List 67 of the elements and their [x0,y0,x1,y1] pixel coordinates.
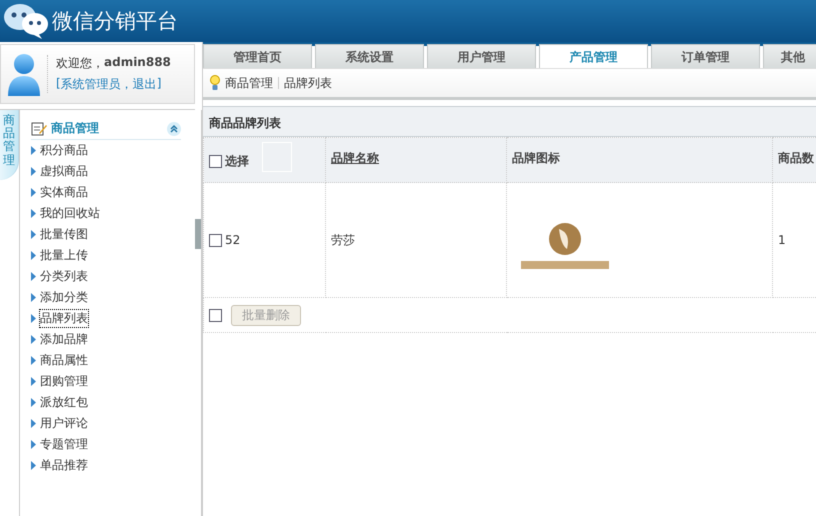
sidebar-item[interactable]: 实体商品 [40,184,88,201]
bracket-label: [ [56,76,61,92]
sidebar-item[interactable]: 团购管理 [40,373,88,390]
notepad-pencil-icon [31,121,47,136]
nav-tab[interactable]: 管理首页 [203,44,312,68]
vertical-tab[interactable]: 商品管理 [0,110,19,180]
triangle-bullet-icon [31,461,36,470]
panel-title: 商品品牌列表 [203,107,816,137]
select-all-checkbox[interactable] [209,154,222,168]
sidebar-item[interactable]: 添加品牌 [40,331,88,348]
sidebar-item[interactable]: 专题管理 [40,436,88,453]
select-all-checkbox[interactable] [209,308,222,322]
triangle-bullet-icon [31,230,36,239]
lightbulb-icon [210,75,220,91]
table-cell: 1 [778,233,786,247]
bracket-label: ] [156,76,162,92]
table-cell: 劳莎 [331,232,355,246]
sidebar-item[interactable]: 商品属性 [40,352,88,369]
triangle-bullet-icon [31,209,36,218]
triangle-bullet-icon [31,440,36,449]
chat-bubbles-icon [2,2,50,40]
column-header: 商品数 [778,151,814,165]
triangle-bullet-icon [31,146,36,155]
nav-tab[interactable]: 产品管理 [539,44,648,70]
nav-tab[interactable]: 其他 [763,44,816,68]
logout-link[interactable]: 退出 [132,76,157,93]
role-link[interactable]: 系统管理员 [60,76,121,93]
collapse-handle[interactable] [195,219,201,249]
sidebar-item[interactable]: 添加分类 [40,289,88,306]
column-header-link[interactable]: 品牌名称 [331,151,379,165]
app-title: 微信分销平台 [52,8,178,35]
triangle-bullet-icon [31,272,36,281]
triangle-bullet-icon [31,335,36,344]
table-cell: 52 [225,233,240,247]
sidebar-item[interactable]: 批量传图 [40,226,88,243]
sidebar-item[interactable]: 批量上传 [40,247,88,264]
greeting-label: 欢迎您， [56,55,104,72]
triangle-bullet-icon [31,419,36,428]
section-title: 商品管理 [51,120,100,137]
triangle-bullet-icon [31,377,36,386]
sidebar-item[interactable]: 虚拟商品 [40,163,88,180]
triangle-bullet-icon [31,251,36,260]
sidebar-item[interactable]: 积分商品 [40,142,88,159]
triangle-bullet-icon [31,398,36,407]
sidebar-item[interactable]: 分类列表 [40,268,88,285]
sidebar-item[interactable]: 单品推荐 [40,457,88,474]
breadcrumb-link[interactable]: 商品管理 [225,74,273,92]
triangle-bullet-icon [31,293,36,302]
comma-label: ， [120,76,133,93]
sidebar-item[interactable]: 用户评论 [40,415,88,432]
nav-tab[interactable]: 订单管理 [651,44,760,68]
breadcrumb-current: 品牌列表 [284,74,332,92]
user-name: admin888 [104,55,171,71]
sidebar-item[interactable]: 我的回收站 [40,205,100,222]
triangle-bullet-icon [31,356,36,365]
triangle-bullet-icon [31,314,36,323]
column-header: 选择 [225,152,249,170]
nav-tab[interactable]: 系统设置 [315,44,424,68]
sidebar-item[interactable]: 派放红包 [40,394,88,411]
sidebar-item[interactable]: 品牌列表 [40,310,88,327]
triangle-bullet-icon [31,167,36,176]
nav-tab[interactable]: 用户管理 [427,44,536,68]
collapse-icon[interactable] [167,122,181,136]
user-avatar-icon [7,52,41,96]
row-checkbox[interactable] [209,234,222,246]
triangle-bullet-icon [31,188,36,197]
column-header: 品牌图标 [512,151,560,165]
